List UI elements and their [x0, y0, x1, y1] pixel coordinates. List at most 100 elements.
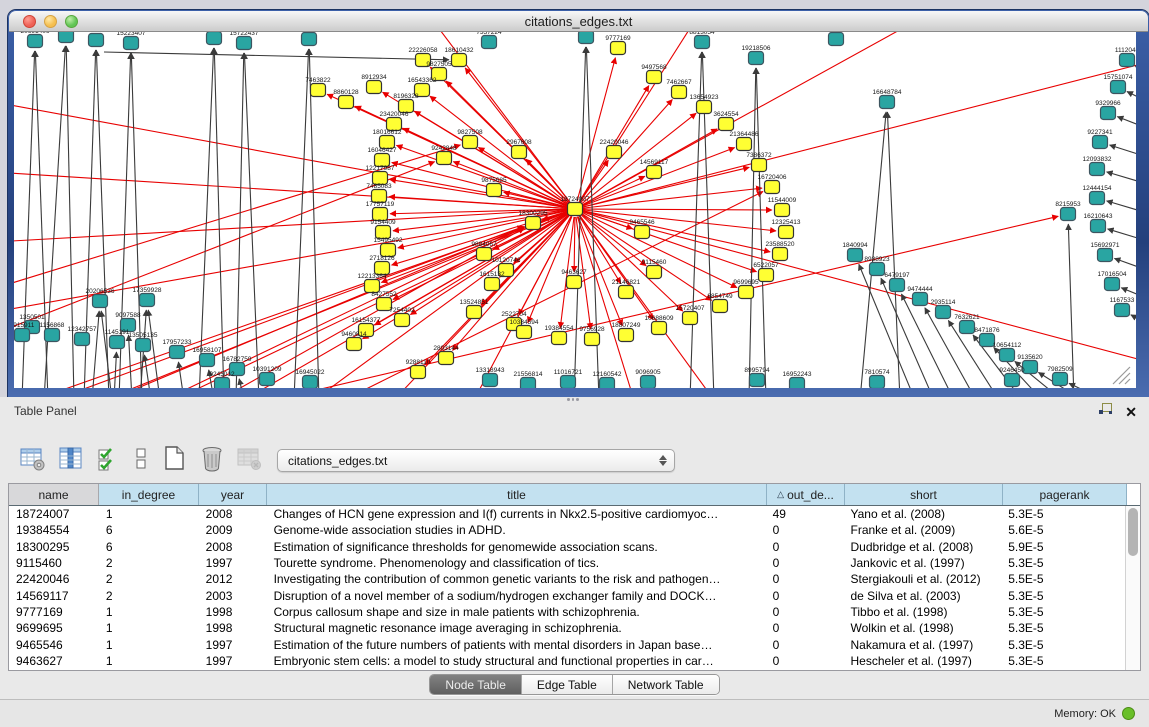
network-node[interactable] [521, 378, 536, 389]
network-node[interactable] [200, 354, 215, 367]
network-node[interactable] [28, 35, 43, 48]
network-node[interactable] [302, 33, 317, 46]
table-row[interactable]: 2242004622012Investigating the contribut… [9, 571, 1125, 587]
network-node[interactable] [775, 204, 790, 217]
network-edge[interactable] [129, 335, 132, 388]
network-node[interactable] [750, 374, 765, 387]
network-node[interactable] [59, 32, 74, 43]
network-node[interactable] [1000, 349, 1015, 362]
network-edge[interactable] [1127, 91, 1136, 100]
network-node[interactable] [140, 294, 155, 307]
column-header-pagerank[interactable]: pagerank [1003, 484, 1127, 505]
network-node[interactable] [93, 295, 108, 308]
table-row[interactable]: 1830029562008Estimation of significance … [9, 539, 1125, 555]
network-edge[interactable] [581, 113, 696, 204]
network-node[interactable] [1091, 220, 1106, 233]
network-node[interactable] [512, 146, 527, 159]
network-edge[interactable] [104, 52, 449, 60]
network-node[interactable] [517, 326, 532, 339]
network-node[interactable] [367, 81, 382, 94]
tab-edge-table[interactable]: Edge Table [522, 675, 613, 694]
network-node[interactable] [1005, 374, 1020, 387]
network-node[interactable] [452, 54, 467, 67]
network-edge[interactable] [1068, 224, 1074, 388]
network-edge[interactable] [96, 50, 109, 388]
network-node[interactable] [683, 312, 698, 325]
network-edge[interactable] [1135, 66, 1136, 72]
network-node[interactable] [568, 203, 583, 216]
network-node[interactable] [1023, 361, 1038, 374]
network-node[interactable] [411, 366, 426, 379]
network-node[interactable] [635, 226, 650, 239]
network-node[interactable] [347, 338, 362, 351]
network-node[interactable] [579, 32, 594, 44]
network-node[interactable] [585, 333, 600, 346]
network-canvas[interactable]: 1872400722226058982750516543362819632823… [14, 32, 1136, 388]
network-node[interactable] [215, 378, 230, 389]
network-edge[interactable] [887, 112, 900, 388]
network-node[interactable] [752, 159, 767, 172]
table-row[interactable]: 1938455462009Genome-wide association stu… [9, 522, 1125, 538]
network-node[interactable] [487, 184, 502, 197]
network-edge[interactable] [114, 352, 116, 388]
network-node[interactable] [467, 306, 482, 319]
network-edge[interactable] [1114, 258, 1136, 269]
network-node[interactable] [89, 34, 104, 47]
network-node[interactable] [749, 52, 764, 65]
network-node[interactable] [1090, 163, 1105, 176]
table-row[interactable]: 1872400712008Changes of HCN gene express… [9, 506, 1125, 522]
network-node[interactable] [880, 96, 895, 109]
network-edge[interactable] [390, 180, 567, 208]
network-node[interactable] [829, 33, 844, 46]
network-node[interactable] [695, 36, 710, 49]
network-node[interactable] [1115, 304, 1130, 317]
network-node[interactable] [737, 138, 752, 151]
network-node[interactable] [1090, 192, 1105, 205]
network-node[interactable] [765, 181, 780, 194]
network-node[interactable] [936, 306, 951, 319]
tab-node-table[interactable]: Node Table [430, 675, 522, 694]
network-edge[interactable] [860, 112, 886, 388]
network-node[interactable] [739, 286, 754, 299]
network-node[interactable] [600, 378, 615, 389]
network-edge[interactable] [583, 211, 1136, 362]
network-node[interactable] [311, 84, 326, 97]
network-node[interactable] [303, 376, 318, 389]
network-edge[interactable] [244, 53, 259, 388]
network-node[interactable] [759, 269, 774, 282]
network-node[interactable] [611, 42, 626, 55]
network-edge[interactable] [583, 211, 770, 252]
network-node[interactable] [619, 329, 634, 342]
network-node[interactable] [641, 376, 656, 389]
network-node[interactable] [1093, 136, 1108, 149]
network-node[interactable] [890, 279, 905, 292]
network-node[interactable] [463, 136, 478, 149]
network-node[interactable] [561, 376, 576, 389]
network-edge[interactable] [1121, 288, 1136, 297]
network-node[interactable] [848, 249, 863, 262]
network-edge[interactable] [178, 362, 184, 388]
network-edge[interactable] [14, 102, 567, 208]
splitter-handle[interactable] [567, 398, 579, 404]
column-header-in_degree[interactable]: in_degree [99, 484, 199, 505]
network-node[interactable] [15, 329, 30, 342]
network-node[interactable] [526, 217, 541, 230]
network-edge[interactable] [1108, 229, 1136, 240]
network-node[interactable] [652, 322, 667, 335]
column-header-name[interactable]: name [9, 484, 99, 505]
network-node[interactable] [110, 336, 125, 349]
table-row[interactable]: 1456911722003Disruption of a novel membe… [9, 587, 1125, 603]
network-node[interactable] [1105, 278, 1120, 291]
network-node[interactable] [237, 37, 252, 50]
tab-network-table[interactable]: Network Table [613, 675, 719, 694]
network-edge[interactable] [1107, 201, 1136, 212]
table-row[interactable]: 911546021997Tourette syndrome. Phenomeno… [9, 555, 1125, 571]
network-node[interactable] [207, 32, 222, 45]
column-header-short[interactable]: short [845, 484, 1003, 505]
network-edge[interactable] [1107, 172, 1136, 183]
network-node[interactable] [437, 152, 452, 165]
table-row[interactable]: 946554611997Estimation of the future num… [9, 636, 1125, 652]
network-window-titlebar[interactable]: citations_edges.txt [9, 11, 1148, 32]
table-row[interactable]: 946362711997Embryonic stem cells: a mode… [9, 653, 1125, 669]
network-edge[interactable] [236, 53, 244, 388]
